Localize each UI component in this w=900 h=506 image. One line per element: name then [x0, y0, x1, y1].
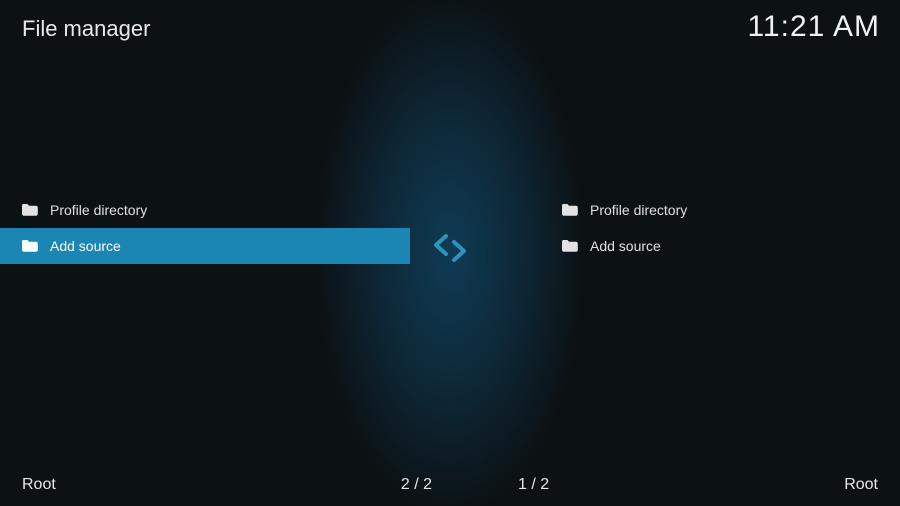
folder-icon	[22, 204, 38, 216]
footer-path-left: Root	[22, 476, 56, 494]
right-pane: Profile directory Add source	[540, 192, 900, 264]
folder-icon	[562, 204, 578, 216]
transfer-arrows-icon	[432, 234, 468, 262]
footer-count-right: 1 / 2	[518, 476, 549, 494]
header: File manager 11:21 AM	[0, 6, 900, 44]
list-item-label: Add source	[50, 238, 121, 254]
list-item-label: Add source	[590, 238, 661, 254]
list-item-label: Profile directory	[590, 202, 687, 218]
footer-path-right: Root	[844, 476, 878, 494]
page-title: File manager	[22, 16, 150, 42]
list-item-add-source[interactable]: Add source	[540, 228, 900, 264]
folder-icon	[22, 240, 38, 252]
folder-icon	[562, 240, 578, 252]
list-item-label: Profile directory	[50, 202, 147, 218]
footer: Root 2 / 2 1 / 2 Root	[0, 476, 900, 494]
footer-count-left: 2 / 2	[401, 476, 432, 494]
list-item-profile-directory[interactable]: Profile directory	[0, 192, 410, 228]
clock: 11:21 AM	[747, 10, 880, 44]
footer-left: Root 2 / 2	[22, 476, 432, 494]
left-pane: Profile directory Add source	[0, 192, 410, 264]
list-item-add-source[interactable]: Add source	[0, 228, 410, 264]
list-item-profile-directory[interactable]: Profile directory	[540, 192, 900, 228]
footer-right: 1 / 2 Root	[518, 476, 878, 494]
